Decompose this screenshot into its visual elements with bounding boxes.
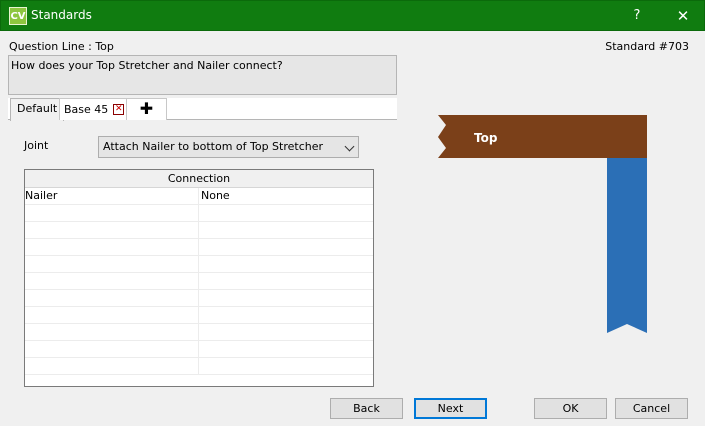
joint-selected-value: Attach Nailer to bottom of Top Stretcher bbox=[103, 140, 324, 153]
table-row bbox=[25, 273, 373, 290]
chevron-down-icon bbox=[344, 141, 355, 152]
nailer-piece bbox=[607, 158, 647, 333]
table-row bbox=[25, 222, 373, 239]
empty-cell bbox=[25, 205, 199, 222]
ok-button[interactable]: OK bbox=[534, 398, 607, 419]
empty-cell bbox=[25, 358, 199, 375]
standard-number-label: Standard #703 bbox=[605, 40, 689, 53]
close-tab-icon[interactable]: ✕ bbox=[113, 104, 125, 115]
title-bar[interactable]: CV Standards ? ✕ bbox=[0, 0, 705, 31]
top-stretcher-piece bbox=[438, 115, 647, 158]
joint-diagram bbox=[438, 115, 647, 333]
table-row[interactable]: Nailer None bbox=[25, 188, 373, 205]
table-row bbox=[25, 324, 373, 341]
table-row bbox=[25, 341, 373, 358]
table-row bbox=[25, 239, 373, 256]
joint-dropdown[interactable]: Attach Nailer to bottom of Top Stretcher bbox=[98, 136, 359, 158]
app-logo-icon: CV bbox=[9, 7, 27, 25]
question-line-label: Question Line : Top bbox=[9, 40, 114, 53]
next-button[interactable]: Next bbox=[414, 398, 487, 419]
empty-cell bbox=[25, 341, 199, 358]
empty-cell bbox=[25, 307, 199, 324]
table-row bbox=[25, 307, 373, 324]
tab-strip: Default Base 45 ✕ ✚ bbox=[8, 98, 397, 121]
table-row bbox=[25, 290, 373, 307]
tab-default[interactable]: Default bbox=[10, 98, 65, 121]
joint-label: Joint bbox=[24, 139, 49, 152]
connection-header: Connection bbox=[25, 170, 373, 188]
window-title: Standards bbox=[31, 8, 92, 22]
empty-cell bbox=[25, 239, 199, 256]
connection-value-cell[interactable]: None bbox=[199, 188, 373, 205]
empty-cell bbox=[25, 290, 199, 307]
cancel-button[interactable]: Cancel bbox=[615, 398, 688, 419]
table-row bbox=[25, 256, 373, 273]
table-row bbox=[25, 358, 373, 375]
diagram-top-label: Top bbox=[474, 131, 498, 145]
connection-part-cell[interactable]: Nailer bbox=[25, 188, 199, 205]
tab-base-45-label: Base 45 bbox=[64, 102, 109, 116]
tab-base-45[interactable]: Base 45 ✕ bbox=[59, 98, 130, 120]
help-button[interactable]: ? bbox=[621, 1, 653, 31]
empty-cell bbox=[25, 256, 199, 273]
empty-cell bbox=[25, 324, 199, 341]
table-row bbox=[25, 205, 373, 222]
connection-grid: Connection Nailer None bbox=[24, 169, 374, 387]
add-tab-button[interactable]: ✚ bbox=[126, 98, 167, 120]
close-button[interactable]: ✕ bbox=[665, 1, 701, 31]
empty-cell bbox=[25, 222, 199, 239]
empty-cell bbox=[25, 273, 199, 290]
back-button[interactable]: Back bbox=[330, 398, 403, 419]
question-text-box[interactable]: How does your Top Stretcher and Nailer c… bbox=[8, 55, 397, 95]
